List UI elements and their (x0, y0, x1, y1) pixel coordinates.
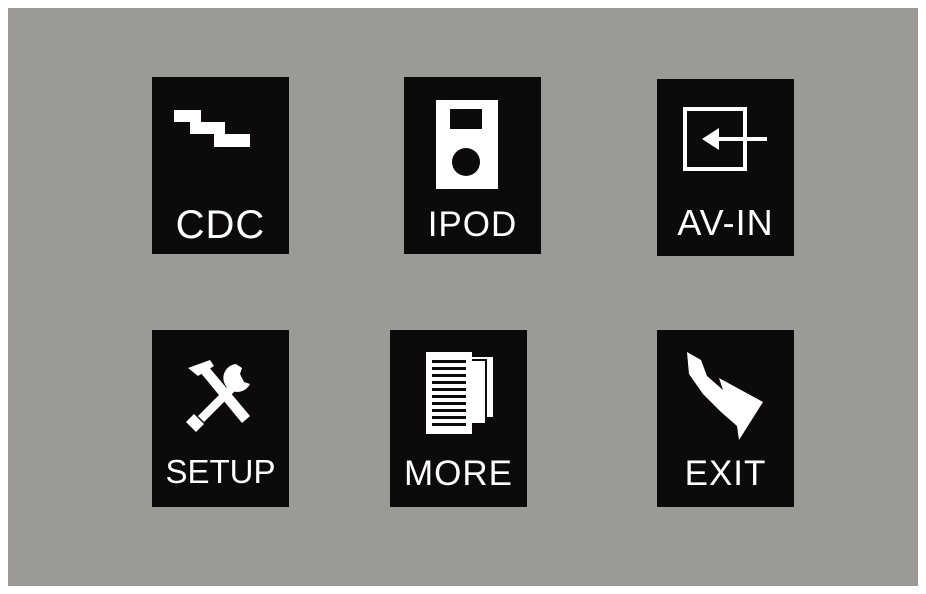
cdc-label: CDC (175, 203, 266, 247)
cdc-button[interactable]: CDC (152, 77, 289, 254)
av-in-button[interactable]: AV-IN (657, 79, 794, 256)
ipod-label: IPOD (427, 205, 518, 244)
more-label: MORE (404, 454, 513, 493)
main-menu-screen: CDC IPOD AV-IN SETUP MORE EXIT (8, 8, 918, 586)
av-in-label: AV-IN (677, 202, 774, 243)
exit-label: EXIT (684, 454, 767, 493)
more-button[interactable]: MORE (390, 330, 527, 507)
exit-button[interactable]: EXIT (657, 330, 794, 507)
ipod-button[interactable]: IPOD (404, 77, 541, 254)
setup-label: SETUP (165, 453, 276, 490)
setup-button[interactable]: SETUP (152, 330, 289, 507)
